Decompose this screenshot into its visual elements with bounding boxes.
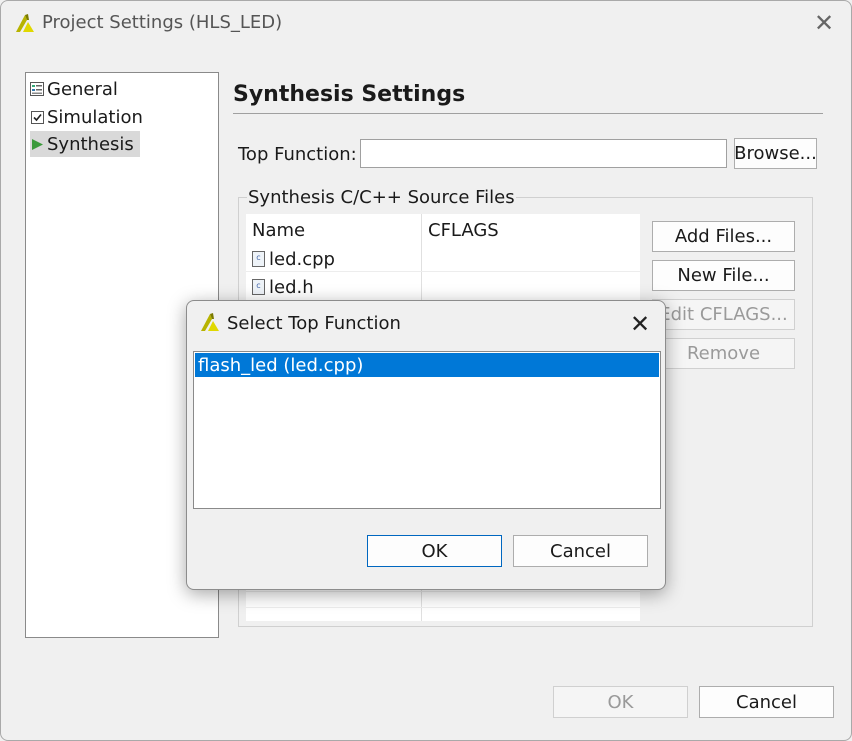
top-function-input[interactable]	[360, 139, 727, 168]
table-row[interactable]: c led.cpp	[252, 245, 335, 273]
row-separator	[246, 607, 640, 608]
list-item[interactable]: flash_led (led.cpp)	[195, 353, 659, 377]
table-row[interactable]: c led.h	[252, 273, 314, 301]
column-header-cflags[interactable]: CFLAGS	[428, 216, 499, 244]
page-title: Synthesis Settings	[233, 82, 466, 107]
new-file-button[interactable]: New File...	[652, 260, 795, 291]
play-arrow-icon	[30, 137, 44, 151]
source-files-group-title: Synthesis C/C++ Source Files	[247, 187, 516, 208]
tree-item-label: General	[47, 78, 118, 100]
file-name: led.h	[269, 276, 314, 298]
column-header-name[interactable]: Name	[252, 216, 305, 244]
tree-item-simulation[interactable]: Simulation	[30, 104, 149, 130]
window-title: Project Settings (HLS_LED)	[42, 12, 283, 33]
remove-button[interactable]: Remove	[652, 338, 795, 369]
tree-item-synthesis[interactable]: Synthesis	[30, 131, 140, 157]
cpp-file-icon: c	[252, 251, 265, 267]
window-close-icon[interactable]: ✕	[814, 11, 834, 35]
ok-button[interactable]: OK	[553, 686, 688, 718]
checkbox-icon	[30, 110, 44, 124]
vivado-logo-icon	[16, 14, 34, 32]
row-separator	[246, 271, 640, 272]
file-name: led.cpp	[269, 248, 335, 270]
title-separator	[233, 113, 823, 114]
top-function-label: Top Function:	[238, 144, 357, 165]
tree-item-label: Synthesis	[47, 133, 134, 155]
select-top-function-dialog: Select Top Function ✕ flash_led (led.cpp…	[186, 300, 666, 590]
row-separator	[246, 591, 640, 592]
dialog-title: Select Top Function	[227, 313, 401, 334]
dialog-cancel-button[interactable]: Cancel	[513, 535, 648, 567]
general-icon	[30, 82, 44, 96]
header-file-icon: c	[252, 279, 265, 295]
tree-item-label: Simulation	[47, 106, 143, 128]
vivado-logo-icon	[201, 313, 219, 331]
cancel-button[interactable]: Cancel	[699, 686, 834, 718]
tree-item-general[interactable]: General	[30, 76, 124, 102]
add-files-button[interactable]: Add Files...	[652, 221, 795, 252]
edit-cflags-button[interactable]: Edit CFLAGS...	[652, 299, 795, 330]
dialog-close-icon[interactable]: ✕	[630, 312, 650, 336]
function-list[interactable]: flash_led (led.cpp)	[193, 351, 661, 509]
browse-button[interactable]: Browse...	[734, 138, 817, 169]
dialog-ok-button[interactable]: OK	[367, 535, 502, 567]
